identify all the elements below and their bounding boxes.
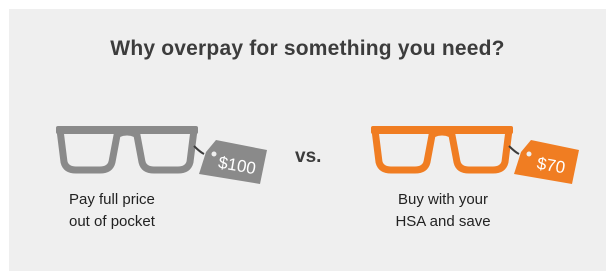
right-caption: Buy with your HSA and save — [395, 191, 491, 230]
gray-glasses-icon: $100 — [56, 126, 267, 184]
orange-glasses-icon: $70 — [371, 126, 579, 184]
comparison-panel: Why overpay for something you need? $100… — [9, 9, 606, 271]
price-tag-100: $100 — [199, 140, 267, 184]
left-caption: Pay full price out of pocket — [69, 191, 155, 230]
headline: Why overpay for something you need? — [110, 37, 505, 60]
price-tag-70: $70 — [514, 140, 579, 184]
versus-label: vs. — [295, 146, 322, 167]
